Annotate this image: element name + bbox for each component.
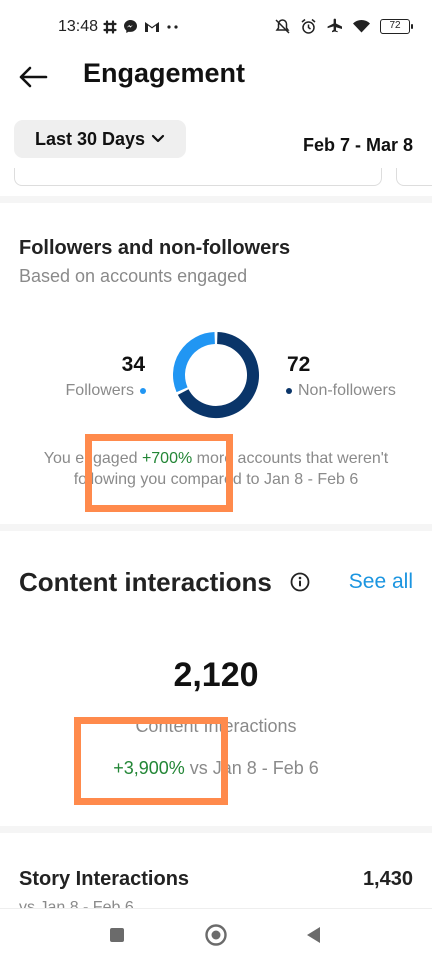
- status-time: 13:48: [58, 18, 99, 35]
- home-button[interactable]: [203, 922, 229, 948]
- square-icon: [110, 928, 124, 942]
- chevron-down-icon: [151, 134, 165, 143]
- see-all-link[interactable]: See all: [349, 570, 413, 594]
- non-followers-label: Non-followers: [298, 382, 396, 399]
- arrow-left-icon: [19, 66, 48, 88]
- story-interactions-value: 1,430: [362, 868, 413, 890]
- page-title: Engagement: [83, 58, 246, 88]
- story-interactions-sub: vs Jan 8 - Feb 6: [19, 899, 134, 908]
- home-circle-icon: [205, 924, 227, 946]
- followers-legend: Followers: [66, 382, 146, 400]
- nav-back-button[interactable]: [300, 922, 326, 948]
- content-interactions-value: 2,120: [173, 656, 259, 694]
- section-divider: [0, 196, 432, 203]
- non-followers-dot: [286, 388, 292, 394]
- section-title: Followers and non-followers: [19, 237, 291, 259]
- messenger-icon: [124, 20, 137, 33]
- more-dots-icon: [167, 24, 178, 29]
- back-button[interactable]: [16, 60, 50, 94]
- gmail-icon: [145, 22, 159, 32]
- status-bar: 13:48 72: [0, 0, 432, 56]
- story-interactions-label: Story Interactions: [19, 868, 190, 890]
- info-icon[interactable]: [289, 571, 311, 593]
- alarm-icon: [301, 18, 316, 34]
- notification-icons: [103, 19, 180, 34]
- content-interactions-title: Content interactions: [19, 567, 272, 597]
- summary-cards-strip: [0, 168, 432, 188]
- summary-card[interactable]: [396, 168, 432, 186]
- back-triangle-icon: [307, 927, 320, 943]
- followers-label: Followers: [65, 382, 134, 399]
- summary-card[interactable]: [14, 168, 382, 186]
- system-icons: 72: [274, 18, 413, 35]
- followers-donut-chart: [173, 332, 259, 418]
- section-subtitle: Based on accounts engaged: [19, 266, 248, 286]
- section-divider: [0, 826, 432, 833]
- wifi-icon: [353, 19, 370, 33]
- filter-row: Last 30 Days Feb 7 - Mar 8: [0, 120, 432, 160]
- followers-dot: [140, 388, 146, 394]
- recents-button[interactable]: [104, 922, 130, 948]
- highlight-box: [74, 717, 228, 805]
- followers-count: 34: [121, 353, 145, 376]
- date-range-text: Feb 7 - Mar 8: [302, 135, 413, 155]
- mute-icon: [275, 19, 290, 34]
- followers-donut-segment: [173, 332, 216, 393]
- section-divider: [0, 524, 432, 531]
- system-nav-bar: [0, 908, 432, 960]
- non-followers-legend: Non-followers: [286, 382, 396, 400]
- slack-icon: [103, 19, 117, 34]
- airplane-icon: [327, 18, 342, 33]
- date-range-dropdown-label: Last 30 Days: [34, 128, 146, 149]
- highlight-box: [85, 434, 233, 512]
- battery-indicator: 72: [380, 19, 413, 34]
- app-header: Engagement: [0, 56, 432, 100]
- date-range-dropdown[interactable]: Last 30 Days: [14, 120, 186, 158]
- non-followers-count: 72: [287, 353, 311, 376]
